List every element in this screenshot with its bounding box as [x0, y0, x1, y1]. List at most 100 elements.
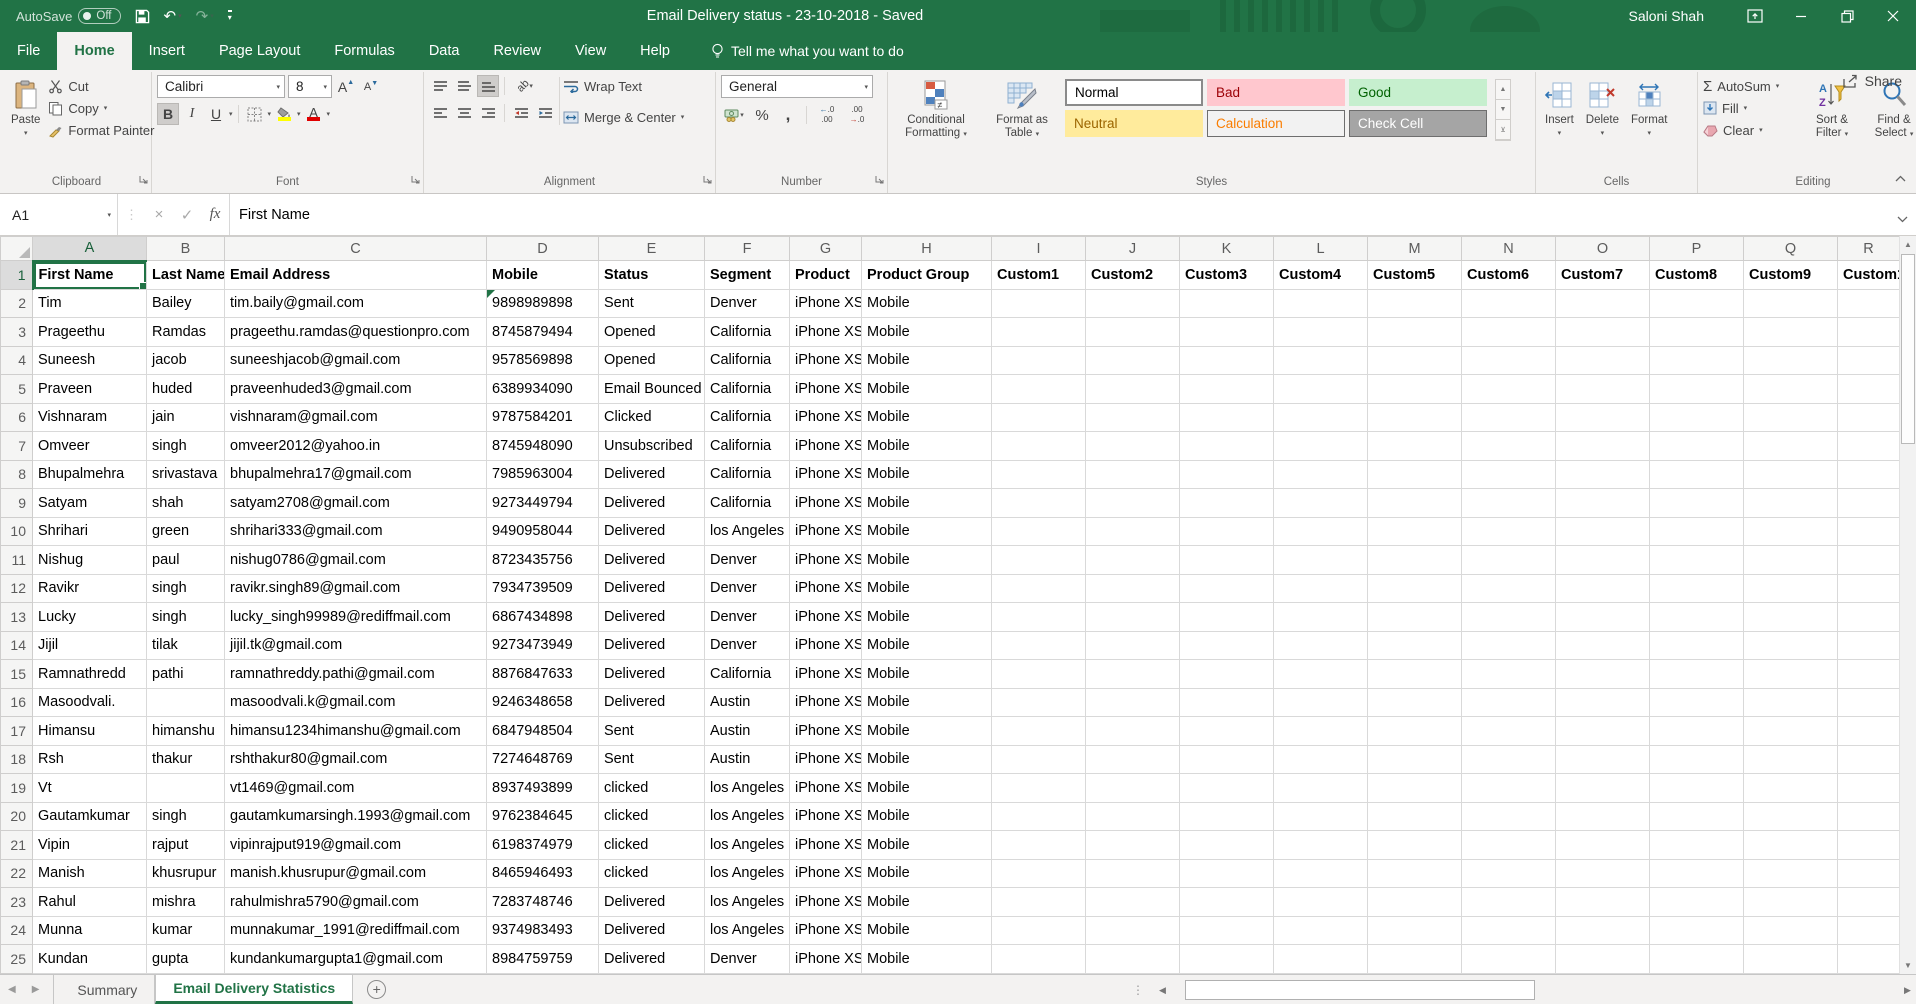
cell-M15[interactable]	[1368, 660, 1462, 689]
cell-N20[interactable]	[1462, 802, 1556, 831]
cell-C6[interactable]: vishnaram@gmail.com	[225, 403, 487, 432]
cell-C25[interactable]: kundankumargupta1@gmail.com	[225, 945, 487, 974]
cell-E7[interactable]: Unsubscribed	[599, 432, 705, 461]
ribbon-tab-formulas[interactable]: Formulas	[317, 32, 411, 70]
column-header-Q[interactable]: Q	[1744, 237, 1838, 261]
cell-M4[interactable]	[1368, 346, 1462, 375]
copy-button[interactable]: Copy ▾	[48, 97, 154, 119]
cell-D17[interactable]: 6847948504	[487, 717, 599, 746]
cell-J24[interactable]	[1086, 916, 1180, 945]
cell-A11[interactable]: Nishug	[33, 546, 147, 575]
cell-J9[interactable]	[1086, 489, 1180, 518]
paste-button[interactable]: Paste ▾	[7, 75, 44, 141]
cell-F23[interactable]: los Angeles	[705, 888, 790, 917]
cell-D19[interactable]: 8937493899	[487, 774, 599, 803]
cell-C1[interactable]: Email Address	[225, 261, 487, 290]
cell-R13[interactable]	[1838, 603, 1900, 632]
cell-A12[interactable]: Ravikr	[33, 574, 147, 603]
cell-Q6[interactable]	[1744, 403, 1838, 432]
cell-Q18[interactable]	[1744, 745, 1838, 774]
cell-Q20[interactable]	[1744, 802, 1838, 831]
cell-N10[interactable]	[1462, 517, 1556, 546]
insert-cells-button[interactable]: Insert ▾	[1541, 75, 1578, 140]
sheet-nav-right-icon[interactable]: ▶	[24, 975, 48, 1004]
cell-C14[interactable]: jijil.tk@gmail.com	[225, 631, 487, 660]
cell-I4[interactable]	[992, 346, 1086, 375]
cell-M17[interactable]	[1368, 717, 1462, 746]
row-header-17[interactable]: 17	[1, 717, 33, 746]
cell-C9[interactable]: satyam2708@gmail.com	[225, 489, 487, 518]
cell-M9[interactable]	[1368, 489, 1462, 518]
cell-K20[interactable]	[1180, 802, 1274, 831]
cell-F22[interactable]: los Angeles	[705, 859, 790, 888]
sheet-tab-summary[interactable]: Summary	[60, 975, 155, 1004]
cell-E9[interactable]: Delivered	[599, 489, 705, 518]
formula-bar-expand-icon[interactable]	[1897, 210, 1908, 228]
ribbon-tab-insert[interactable]: Insert	[132, 32, 202, 70]
cell-Q5[interactable]	[1744, 375, 1838, 404]
cell-I19[interactable]	[992, 774, 1086, 803]
ribbon-tab-page-layout[interactable]: Page Layout	[202, 32, 317, 70]
cell-K11[interactable]	[1180, 546, 1274, 575]
cell-J3[interactable]	[1086, 318, 1180, 347]
cell-J16[interactable]	[1086, 688, 1180, 717]
cell-O16[interactable]	[1556, 688, 1650, 717]
cell-B21[interactable]: rajput	[147, 831, 225, 860]
cell-H8[interactable]: Mobile	[862, 460, 992, 489]
cell-I16[interactable]	[992, 688, 1086, 717]
cell-K12[interactable]	[1180, 574, 1274, 603]
cell-I7[interactable]	[992, 432, 1086, 461]
cell-O3[interactable]	[1556, 318, 1650, 347]
redo-button[interactable]: ↷▾	[196, 7, 214, 25]
cell-O23[interactable]	[1556, 888, 1650, 917]
increase-decimal-button[interactable]: ←.0.00	[814, 104, 840, 126]
cell-M16[interactable]	[1368, 688, 1462, 717]
cell-Q25[interactable]	[1744, 945, 1838, 974]
cell-Q11[interactable]	[1744, 546, 1838, 575]
horizontal-scrollbar[interactable]: ⋮ ◀ ▶	[1130, 976, 1916, 1004]
row-header-15[interactable]: 15	[1, 660, 33, 689]
cell-R17[interactable]	[1838, 717, 1900, 746]
cell-M11[interactable]	[1368, 546, 1462, 575]
cell-A6[interactable]: Vishnaram	[33, 403, 147, 432]
cell-M3[interactable]	[1368, 318, 1462, 347]
cell-J7[interactable]	[1086, 432, 1180, 461]
cell-O13[interactable]	[1556, 603, 1650, 632]
cell-M1[interactable]: Custom5	[1368, 261, 1462, 290]
cell-P16[interactable]	[1650, 688, 1744, 717]
cell-A1[interactable]: First Name	[33, 261, 147, 290]
cell-H15[interactable]: Mobile	[862, 660, 992, 689]
cell-C13[interactable]: lucky_singh99989@rediffmail.com	[225, 603, 487, 632]
format-painter-button[interactable]: Format Painter	[48, 119, 154, 141]
cell-N12[interactable]	[1462, 574, 1556, 603]
cell-Q24[interactable]	[1744, 916, 1838, 945]
cell-L25[interactable]	[1274, 945, 1368, 974]
row-header-19[interactable]: 19	[1, 774, 33, 803]
cell-G2[interactable]: iPhone XS	[790, 289, 862, 318]
cell-N9[interactable]	[1462, 489, 1556, 518]
cell-H10[interactable]: Mobile	[862, 517, 992, 546]
styles-scroll-up-icon[interactable]: ▲	[1496, 80, 1510, 100]
cell-P4[interactable]	[1650, 346, 1744, 375]
cell-Q21[interactable]	[1744, 831, 1838, 860]
cell-E17[interactable]: Sent	[599, 717, 705, 746]
merge-center-button[interactable]: Merge & Center ▾	[563, 106, 684, 128]
cell-P12[interactable]	[1650, 574, 1744, 603]
cell-B18[interactable]: thakur	[147, 745, 225, 774]
cell-H17[interactable]: Mobile	[862, 717, 992, 746]
cell-C4[interactable]: suneeshjacob@gmail.com	[225, 346, 487, 375]
cell-A21[interactable]: Vipin	[33, 831, 147, 860]
hscroll-left-icon[interactable]: ◀	[1154, 985, 1171, 996]
column-header-F[interactable]: F	[705, 237, 790, 261]
cell-J23[interactable]	[1086, 888, 1180, 917]
vscroll-up-icon[interactable]: ▲	[1900, 236, 1916, 253]
cell-N13[interactable]	[1462, 603, 1556, 632]
cell-A9[interactable]: Satyam	[33, 489, 147, 518]
align-top-button[interactable]	[429, 75, 451, 97]
cell-E10[interactable]: Delivered	[599, 517, 705, 546]
hscroll-right-icon[interactable]: ▶	[1899, 985, 1916, 996]
font-dialog-launcher[interactable]	[411, 171, 420, 189]
cell-A25[interactable]: Kundan	[33, 945, 147, 974]
cell-R15[interactable]	[1838, 660, 1900, 689]
cell-Q7[interactable]	[1744, 432, 1838, 461]
